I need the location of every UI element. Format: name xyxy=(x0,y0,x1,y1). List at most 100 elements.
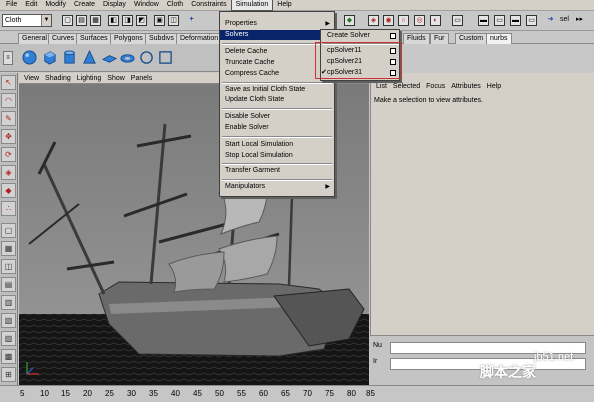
menu-item-save-initial-state[interactable]: Save as Initial Cloth State xyxy=(220,85,334,95)
shelf-tab-general[interactable]: General xyxy=(18,33,51,44)
move-tool-icon[interactable]: ✥ xyxy=(1,129,16,144)
plane-icon[interactable] xyxy=(102,50,117,65)
viewport-menu-lighting[interactable]: Lighting xyxy=(74,75,105,82)
time-tick: 35 xyxy=(149,389,158,398)
menu-item-create-solver[interactable]: Create Solver xyxy=(321,31,399,41)
sphere-icon[interactable] xyxy=(22,50,37,65)
menu-item-stop-local-simulation[interactable]: Stop Local Simulation xyxy=(220,151,334,161)
outliner-layout-icon[interactable]: ▤ xyxy=(1,277,16,292)
shelf-tab-polygons[interactable]: Polygons xyxy=(110,33,147,44)
select-tool-icon[interactable]: ↖ xyxy=(1,75,16,90)
square-icon[interactable] xyxy=(158,50,173,65)
cylinder-icon[interactable] xyxy=(62,50,77,65)
menu-cloth[interactable]: Cloth xyxy=(163,0,187,10)
hypershade-layout-icon[interactable]: ▧ xyxy=(1,313,16,328)
menu-constraints[interactable]: Constraints xyxy=(187,0,230,10)
option-box-icon[interactable] xyxy=(390,33,396,39)
ipr-render-icon[interactable]: ▬ xyxy=(510,15,521,26)
chevron-right-icon[interactable]: ▸▸ xyxy=(576,15,583,23)
menu-item-disable-solver[interactable]: Disable Solver xyxy=(220,112,334,122)
select-hierarchy-icon[interactable]: ◧ xyxy=(108,15,119,26)
circle-icon[interactable] xyxy=(139,50,154,65)
camera-icon[interactable]: ▭ xyxy=(452,15,463,26)
menu-modify[interactable]: Modify xyxy=(41,0,70,10)
cube-icon[interactable] xyxy=(42,50,57,65)
main-menubar: File Edit Modify Create Display Window C… xyxy=(0,0,594,11)
snap-point-icon[interactable]: ◎ xyxy=(414,15,425,26)
attr-menu-focus[interactable]: Focus xyxy=(423,83,448,90)
menu-display[interactable]: Display xyxy=(99,0,130,10)
menu-create[interactable]: Create xyxy=(70,0,99,10)
snap-grid-icon[interactable]: ▣ xyxy=(154,15,165,26)
script-layout-icon[interactable]: ▩ xyxy=(1,349,16,364)
snap-curve-icon[interactable]: ◫ xyxy=(168,15,179,26)
menu-help[interactable]: Help xyxy=(273,0,295,10)
attr-menu-help[interactable]: Help xyxy=(484,83,504,90)
viewport-menu-panels[interactable]: Panels xyxy=(128,75,155,82)
menu-edit[interactable]: Edit xyxy=(21,0,41,10)
single-view-icon[interactable]: ▢ xyxy=(1,223,16,238)
paint-tool-icon[interactable]: ✎ xyxy=(1,111,16,126)
shelf-menu-icon[interactable]: ≡ xyxy=(3,51,13,65)
menu-item-transfer-garment[interactable]: Transfer Garment xyxy=(220,166,334,176)
menu-file[interactable]: File xyxy=(2,0,21,10)
open-scene-icon[interactable]: ▤ xyxy=(76,15,87,26)
plus-icon[interactable]: + xyxy=(186,15,197,26)
snap-view-icon[interactable]: ◐ xyxy=(430,15,441,26)
viewport-menu-shading[interactable]: Shading xyxy=(42,75,74,82)
shelf-tab-custom[interactable]: Custom xyxy=(455,33,488,44)
rotate-tool-icon[interactable]: ⟳ xyxy=(1,147,16,162)
torus-icon[interactable] xyxy=(120,50,135,65)
attr-menu-attributes[interactable]: Attributes xyxy=(448,83,484,90)
shelf-tab-deformation[interactable]: Deformation xyxy=(176,33,223,44)
cone-icon[interactable] xyxy=(82,50,97,65)
soft-mod-tool-icon[interactable]: ∴ xyxy=(1,201,16,216)
menu-window[interactable]: Window xyxy=(130,0,163,10)
render-icon[interactable]: ◆ xyxy=(344,15,355,26)
viewport-menu-view[interactable]: View xyxy=(21,75,42,82)
simulation-menu: Properties▶ Solvers▶ Delete Cache Trunca… xyxy=(219,11,335,197)
shelf-tab-fluids[interactable]: Fluids xyxy=(403,33,430,44)
time-tick: 85 xyxy=(366,389,375,398)
watermark-site: jb51.net xyxy=(534,351,574,363)
shelf-tab-subdivs[interactable]: Subdivs xyxy=(145,33,178,44)
menu-item-update-cloth-state[interactable]: Update Cloth State xyxy=(220,95,334,105)
save-scene-icon[interactable]: ▦ xyxy=(90,15,101,26)
toolbox: ↖ ◠ ✎ ✥ ⟳ ◈ ◆ ∴ ▢ ▦ ◫ ▤ ▥ ▧ ▨ ▩ ⊞ xyxy=(0,73,18,391)
magnet-icon[interactable]: ∩ xyxy=(398,15,409,26)
menu-item-enable-solver[interactable]: Enable Solver xyxy=(220,123,334,133)
shelf-tab-curves[interactable]: Curves xyxy=(48,33,79,44)
render-settings-icon[interactable]: ▭ xyxy=(526,15,537,26)
time-tick: 50 xyxy=(215,389,224,398)
clapper-icon[interactable]: ▬ xyxy=(478,15,489,26)
graph-layout-icon[interactable]: ▥ xyxy=(1,295,16,310)
scale-tool-icon[interactable]: ◈ xyxy=(1,165,16,180)
select-object-icon[interactable]: ◨ xyxy=(122,15,133,26)
menu-item-manipulators[interactable]: Manipulators ▶ xyxy=(220,182,334,192)
lasso-tool-icon[interactable]: ◠ xyxy=(1,93,16,108)
mode-select[interactable]: Cloth ▼ xyxy=(2,14,52,27)
history-icon[interactable]: ◈ xyxy=(368,15,379,26)
menu-item-properties[interactable]: Properties ▶ xyxy=(220,19,334,29)
four-view-icon[interactable]: ▦ xyxy=(1,241,16,256)
shelf-tab-fur[interactable]: Fur xyxy=(430,33,449,44)
new-scene-icon[interactable]: ▢ xyxy=(62,15,73,26)
time-slider[interactable]: 5 10 15 20 25 30 35 40 45 50 55 60 65 70… xyxy=(0,385,594,402)
attr-menu-list[interactable]: List xyxy=(373,83,390,90)
menu-item-solvers[interactable]: Solvers▶ xyxy=(220,30,334,40)
construction-icon[interactable]: ◉ xyxy=(383,15,394,26)
render-view-icon[interactable]: ▭ xyxy=(494,15,505,26)
render-layout-icon[interactable]: ▨ xyxy=(1,331,16,346)
custom-layout-icon[interactable]: ⊞ xyxy=(1,367,16,382)
selection-field-label[interactable]: sel xyxy=(560,16,569,23)
manipulator-tool-icon[interactable]: ◆ xyxy=(1,183,16,198)
viewport-menu-show[interactable]: Show xyxy=(104,75,128,82)
select-component-icon[interactable]: ◩ xyxy=(136,15,147,26)
attr-menu-selected[interactable]: Selected xyxy=(390,83,423,90)
shelf-tab-surfaces[interactable]: Surfaces xyxy=(76,33,112,44)
menu-simulation[interactable]: Simulation xyxy=(230,0,274,11)
shelf-tab-nurbs[interactable]: nurbs xyxy=(486,33,512,44)
menu-item-start-local-simulation[interactable]: Start Local Simulation xyxy=(220,140,334,150)
two-view-icon[interactable]: ◫ xyxy=(1,259,16,274)
arrow-icon[interactable]: ➜ xyxy=(545,15,556,26)
